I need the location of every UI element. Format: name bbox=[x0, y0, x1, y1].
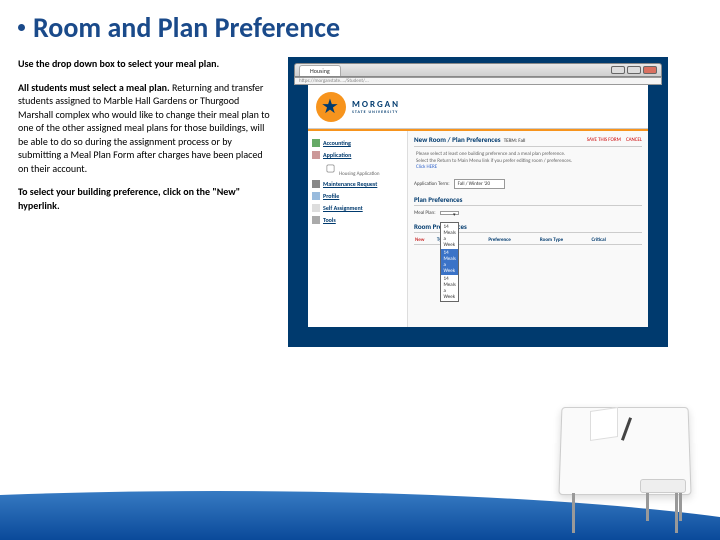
save-button[interactable]: SAVE THIS FORM bbox=[587, 137, 621, 143]
desk-chair bbox=[640, 465, 688, 521]
nav-tools[interactable]: Tools bbox=[312, 214, 403, 226]
main-panel: New Room / Plan Preferences TERM: Fall S… bbox=[408, 131, 648, 327]
brand-sub: STATE UNIVERSITY bbox=[352, 110, 400, 115]
browser-tab[interactable]: Housing bbox=[299, 65, 341, 76]
col-critical: Critical bbox=[590, 236, 642, 244]
accounting-icon bbox=[312, 139, 320, 147]
meal-option[interactable]: 14 Meals a Week bbox=[441, 275, 458, 301]
term-label: TERM: Fall bbox=[504, 138, 526, 144]
decorative-desk bbox=[550, 385, 700, 535]
nav-application[interactable]: Application bbox=[312, 149, 403, 161]
intro-text: Use the drop down box to select your mea… bbox=[18, 57, 219, 70]
nav-sublabel: Housing Application bbox=[339, 171, 380, 177]
nav-label: Accounting bbox=[323, 139, 351, 147]
mandatory-text: All students must select a meal plan. bbox=[18, 81, 170, 94]
app-term-label: Application Term: bbox=[414, 181, 450, 187]
form-actions: SAVE THIS FORM CANCEL bbox=[583, 137, 642, 143]
application-icon bbox=[312, 151, 320, 159]
content-area: Use the drop down box to select your mea… bbox=[0, 51, 720, 347]
maintenance-icon bbox=[312, 180, 320, 188]
col-preference: Preference bbox=[487, 236, 539, 244]
instructions: Please select at least one building pref… bbox=[414, 147, 642, 175]
page-heading: New Room / Plan Preferences TERM: Fall bbox=[414, 135, 525, 144]
meal-plan-field: Meal Plan: 14 Meals a Week 14 Meals a We… bbox=[414, 210, 642, 216]
cancel-button[interactable]: CANCEL bbox=[626, 137, 642, 143]
nav-label: Profile bbox=[323, 192, 339, 200]
nav-accounting[interactable]: Accounting bbox=[312, 137, 403, 149]
book-icon bbox=[590, 407, 618, 441]
app-screenshot: Housing https://morganstate..../Student/… bbox=[288, 57, 668, 347]
meal-option-highlighted[interactable]: 14 Meals a Week bbox=[441, 249, 458, 275]
nav-housing-app[interactable]: Housing Application bbox=[324, 161, 403, 178]
plan-preferences-heading: Plan Preferences bbox=[414, 195, 642, 206]
bullet-icon bbox=[18, 24, 25, 31]
instruction-text: Use the drop down box to select your mea… bbox=[18, 57, 288, 347]
minimize-button[interactable] bbox=[611, 66, 625, 74]
slide-title-row: Room and Plan Preference bbox=[0, 0, 720, 51]
app-body: Accounting Application Housing Applicati… bbox=[308, 131, 648, 327]
detail-text: Returning and transfer students assigned… bbox=[18, 81, 270, 175]
nav-label: Tools bbox=[323, 216, 336, 224]
housing-checkbox[interactable] bbox=[327, 165, 335, 173]
meal-option[interactable]: 14 Meals a Week bbox=[441, 223, 458, 249]
self-icon bbox=[312, 204, 320, 212]
nav-profile[interactable]: Profile bbox=[312, 190, 403, 202]
meal-plan-dropdown[interactable]: 14 Meals a Week 14 Meals a Week 14 Meals… bbox=[440, 211, 459, 215]
morgan-logo-icon bbox=[316, 92, 346, 122]
brand-name: MORGAN bbox=[352, 99, 400, 110]
window-controls bbox=[611, 66, 657, 74]
address-bar[interactable]: https://morganstate..../Student/... bbox=[294, 77, 662, 85]
instr-line2: Select the Return to Main Menu link if y… bbox=[416, 158, 640, 165]
application-term-field: Application Term: Fall / Winter '20 bbox=[414, 179, 642, 189]
page-title-row: New Room / Plan Preferences TERM: Fall S… bbox=[414, 135, 642, 147]
morgan-wordmark: MORGAN STATE UNIVERSITY bbox=[352, 99, 400, 115]
click-here-link[interactable]: Click HERE bbox=[416, 164, 437, 170]
close-button[interactable] bbox=[643, 66, 657, 74]
meal-plan-options: 14 Meals a Week 14 Meals a Week 14 Meals… bbox=[440, 222, 459, 302]
nav-label: Self Assignment bbox=[323, 204, 363, 212]
col-roomtype: Room Type bbox=[539, 236, 591, 244]
app-term-select[interactable]: Fall / Winter '20 bbox=[454, 179, 505, 189]
hyperlink-instruction: To select your building preference, clic… bbox=[18, 185, 240, 212]
maximize-button[interactable] bbox=[627, 66, 641, 74]
meal-plan-label: Meal Plan: bbox=[414, 210, 436, 216]
nav-label: Maintenance Request bbox=[323, 180, 377, 188]
nav-label: Application bbox=[323, 151, 351, 159]
meal-plan-selected[interactable] bbox=[440, 211, 459, 215]
nav-self-assignment[interactable]: Self Assignment bbox=[312, 202, 403, 214]
nav-maintenance[interactable]: Maintenance Request bbox=[312, 178, 403, 190]
sidebar: Accounting Application Housing Applicati… bbox=[308, 131, 408, 327]
chair-seat bbox=[640, 479, 686, 493]
profile-icon bbox=[312, 192, 320, 200]
app-header: MORGAN STATE UNIVERSITY bbox=[308, 85, 648, 129]
browser-chrome: Housing bbox=[294, 63, 662, 77]
slide-title: Room and Plan Preference bbox=[33, 10, 340, 45]
col-new[interactable]: New bbox=[414, 236, 436, 244]
tools-icon bbox=[312, 216, 320, 224]
